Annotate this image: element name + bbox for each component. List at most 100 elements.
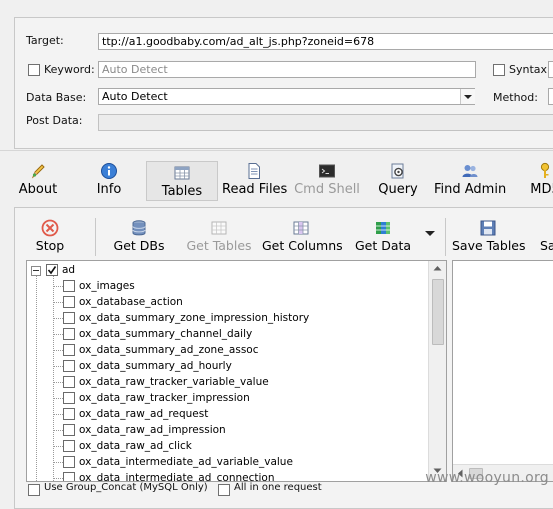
group-concat-checkbox[interactable] bbox=[28, 484, 40, 496]
pencil-icon bbox=[31, 164, 45, 179]
tree-table-row[interactable]: ox_data_summary_zone_impression_history bbox=[27, 310, 427, 326]
table-name: ox_data_raw_tracker_variable_value bbox=[79, 376, 269, 388]
terminal-icon bbox=[319, 164, 335, 178]
table-checkbox[interactable] bbox=[63, 312, 75, 324]
table-name: ox_data_summary_ad_hourly bbox=[79, 360, 232, 372]
get-data-button[interactable]: Get Data bbox=[354, 216, 412, 256]
tree-root-row[interactable]: ad bbox=[27, 262, 427, 278]
get-data-label: Get Data bbox=[354, 238, 412, 253]
get-columns-label: Get Columns bbox=[262, 238, 343, 253]
query-button[interactable]: Query bbox=[376, 158, 420, 202]
get-dbs-button[interactable]: Get DBs bbox=[110, 216, 168, 256]
tree-table-row[interactable]: ox_data_intermediate_ad_connection bbox=[27, 470, 427, 481]
toolbar2-separator bbox=[95, 218, 96, 256]
syntax-checkbox[interactable] bbox=[493, 64, 505, 76]
table-name: ox_data_intermediate_ad_variable_value bbox=[79, 456, 293, 468]
table-checkbox[interactable] bbox=[63, 296, 75, 308]
toolbar-divider bbox=[0, 150, 553, 151]
all-in-one-checkbox[interactable] bbox=[218, 484, 230, 496]
chevron-down-icon bbox=[425, 231, 435, 236]
tree-table-row[interactable]: ox_data_summary_channel_daily bbox=[27, 326, 427, 342]
method-select[interactable] bbox=[548, 88, 553, 105]
tree-scrollbar[interactable] bbox=[428, 261, 446, 481]
tree-table-row[interactable]: ox_data_raw_ad_request bbox=[27, 406, 427, 422]
keyword-input[interactable]: Auto Detect bbox=[98, 61, 476, 78]
save-tables-button[interactable]: Save Tables bbox=[452, 216, 526, 256]
table-checkbox[interactable] bbox=[63, 440, 75, 452]
table-name: ox_database_action bbox=[79, 296, 183, 308]
keyword-checkbox[interactable] bbox=[28, 64, 40, 76]
scroll-up-icon[interactable] bbox=[433, 265, 442, 271]
about-button[interactable]: About bbox=[14, 158, 62, 202]
root-checkbox[interactable] bbox=[46, 264, 58, 276]
tree-connector-horizontal bbox=[53, 462, 63, 464]
syntax-input[interactable] bbox=[548, 61, 553, 78]
md5-button[interactable]: MD5 bbox=[522, 158, 553, 202]
table-name: ox_images bbox=[79, 280, 135, 292]
tree-table-row[interactable]: ox_data_raw_ad_impression bbox=[27, 422, 427, 438]
database-icon bbox=[132, 220, 146, 236]
tree-table-row[interactable]: ox_data_summary_ad_hourly bbox=[27, 358, 427, 374]
tree-table-row[interactable]: ox_data_raw_tracker_variable_value bbox=[27, 374, 427, 390]
postdata-input[interactable] bbox=[98, 114, 553, 131]
target-label: Target: bbox=[26, 34, 64, 47]
table-name: ox_data_raw_ad_impression bbox=[79, 424, 226, 436]
table-checkbox[interactable] bbox=[63, 280, 75, 292]
database-select[interactable]: Auto Detect bbox=[98, 88, 475, 105]
table-checkbox[interactable] bbox=[63, 456, 75, 468]
collapse-icon[interactable] bbox=[31, 266, 41, 276]
table-checkbox[interactable] bbox=[63, 376, 75, 388]
table-name: ox_data_summary_channel_daily bbox=[79, 328, 253, 340]
find-admin-button[interactable]: Find Admin bbox=[434, 158, 506, 202]
md5-label: MD5 bbox=[530, 182, 553, 197]
postdata-label: Post Data: bbox=[26, 114, 83, 127]
tree-table-row[interactable]: ox_data_raw_ad_click bbox=[27, 438, 427, 454]
tree-connector-horizontal bbox=[53, 286, 63, 288]
about-label: About bbox=[18, 182, 58, 197]
database-label: Data Base: bbox=[26, 91, 87, 104]
tables-tab[interactable]: Tables bbox=[146, 161, 218, 201]
toolbar2-separator-2 bbox=[445, 218, 446, 256]
data-grid-icon bbox=[376, 222, 390, 234]
table-checkbox[interactable] bbox=[63, 408, 75, 420]
tree-connector-horizontal bbox=[53, 318, 63, 320]
tree-table-row[interactable]: ox_database_action bbox=[27, 294, 427, 310]
table-checkbox[interactable] bbox=[63, 328, 75, 340]
stop-label: Stop bbox=[35, 238, 65, 253]
table-checkbox[interactable] bbox=[63, 392, 75, 404]
info-icon bbox=[101, 163, 117, 179]
table-grid-icon bbox=[211, 221, 227, 235]
get-data-dropdown-arrow[interactable] bbox=[424, 228, 436, 240]
tree-connector-horizontal bbox=[53, 398, 63, 400]
cmd-shell-button[interactable]: Cmd Shell bbox=[294, 158, 360, 202]
info-button[interactable]: Info bbox=[86, 158, 132, 202]
save-partial-label: Sa bbox=[540, 238, 553, 253]
save-button-partial[interactable]: Sa bbox=[536, 216, 553, 256]
target-url-input[interactable]: ttp://a1.goodbaby.com/ad_alt_js.php?zone… bbox=[98, 33, 553, 50]
get-tables-button[interactable]: Get Tables bbox=[186, 216, 252, 256]
tree-table-row[interactable]: ox_data_summary_ad_zone_assoc bbox=[27, 342, 427, 358]
stop-button[interactable]: Stop bbox=[30, 216, 70, 256]
table-checkbox[interactable] bbox=[63, 472, 75, 481]
tree-connector-horizontal bbox=[53, 334, 63, 336]
keyword-label: Keyword: bbox=[44, 63, 95, 76]
database-dropdown-arrow-icon[interactable] bbox=[460, 89, 475, 104]
tree-table-row[interactable]: ox_images bbox=[27, 278, 427, 294]
get-columns-button[interactable]: Get Columns bbox=[262, 216, 343, 256]
table-checkbox[interactable] bbox=[63, 424, 75, 436]
tree-table-row[interactable]: ox_data_raw_tracker_impression bbox=[27, 390, 427, 406]
find-admin-label: Find Admin bbox=[434, 182, 507, 197]
table-name: ox_data_raw_ad_request bbox=[79, 408, 209, 420]
results-pane[interactable] bbox=[452, 260, 553, 482]
get-dbs-label: Get DBs bbox=[113, 238, 165, 253]
table-checkbox[interactable] bbox=[63, 360, 75, 372]
tree-connector-horizontal bbox=[53, 430, 63, 432]
checkmark-icon bbox=[47, 266, 57, 275]
table-name: ox_data_summary_zone_impression_history bbox=[79, 312, 310, 324]
tables-tree[interactable]: ad ox_images ox_database_action ox_data_su… bbox=[26, 260, 447, 482]
read-files-button[interactable]: Read Files bbox=[222, 158, 287, 202]
table-checkbox[interactable] bbox=[63, 344, 75, 356]
tree-table-row[interactable]: ox_data_intermediate_ad_variable_value bbox=[27, 454, 427, 470]
tree-connector-horizontal bbox=[53, 478, 63, 480]
tree-scrollbar-thumb[interactable] bbox=[432, 279, 444, 345]
